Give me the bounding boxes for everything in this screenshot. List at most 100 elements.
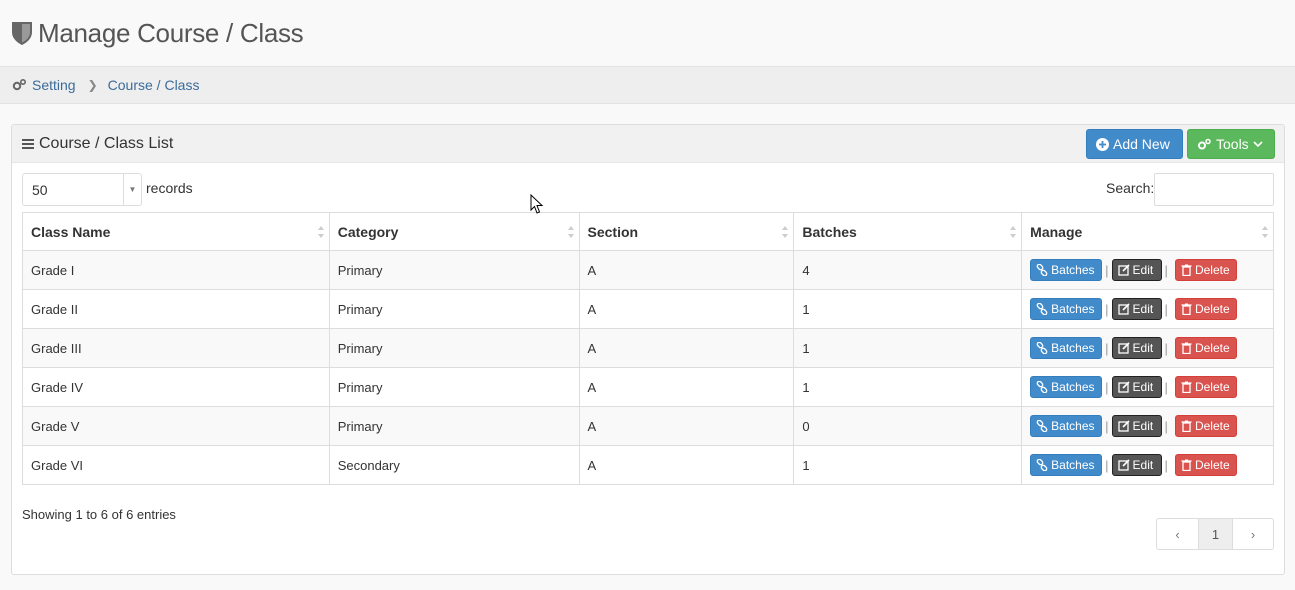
batches-button[interactable]: Batches [1030, 298, 1103, 320]
edit-button[interactable]: Edit [1111, 259, 1162, 281]
link-icon [1036, 342, 1048, 354]
edit-button[interactable]: Edit [1111, 298, 1162, 320]
table-row: Grade III Primary A 1 Batches | Edit | Delete [22, 328, 1274, 368]
table-info: Showing 1 to 6 of 6 entries [22, 507, 176, 522]
add-new-button[interactable]: Add New [1086, 129, 1183, 159]
delete-button[interactable]: Delete [1174, 454, 1237, 476]
manage-cell: Batches | Edit | Delete [1021, 406, 1274, 446]
category-cell: Primary [328, 289, 580, 329]
panel-heading: Course / Class List Add New Tools [12, 125, 1284, 163]
separator: | [1164, 457, 1168, 473]
edit-icon [1117, 264, 1130, 276]
sort-icon [1262, 226, 1268, 238]
column-header-manage[interactable]: Manage [1021, 212, 1274, 251]
batches-button[interactable]: Batches [1030, 376, 1103, 398]
shield-icon [12, 22, 32, 45]
batches-count-cell: 1 [793, 367, 1023, 407]
chevron-right-icon: ❯ [87, 78, 98, 92]
category-cell: Primary [328, 367, 580, 407]
records-label: records [146, 180, 193, 196]
delete-button[interactable]: Delete [1174, 337, 1237, 359]
manage-cell: Batches | Edit | Delete [1021, 289, 1274, 329]
breadcrumb-setting-link[interactable]: Setting [32, 77, 76, 93]
trash-icon [1181, 420, 1192, 432]
table-row: Grade V Primary A 0 Batches | Edit | Delete [22, 406, 1274, 446]
trash-icon [1181, 381, 1192, 393]
search-label: Search: [1106, 180, 1155, 196]
separator: | [1105, 301, 1109, 317]
trash-icon [1181, 303, 1192, 315]
batches-button[interactable]: Batches [1030, 415, 1103, 437]
category-cell: Secondary [328, 445, 580, 485]
table-header-row: Class Name Category Section Batches Mana… [22, 212, 1274, 251]
link-icon [1036, 381, 1048, 393]
column-header-category[interactable]: Category [328, 212, 580, 251]
class-name-cell: Grade V [22, 406, 330, 446]
breadcrumb-course-link[interactable]: Course / Class [108, 77, 200, 93]
delete-button[interactable]: Delete [1174, 298, 1237, 320]
category-cell: Primary [328, 328, 580, 368]
section-cell: A [578, 406, 795, 446]
link-icon [1036, 459, 1048, 471]
batches-button[interactable]: Batches [1030, 259, 1103, 281]
search-input[interactable] [1154, 173, 1274, 206]
separator: | [1164, 340, 1168, 356]
table-row: Grade II Primary A 1 Batches | Edit | Delete [22, 289, 1274, 329]
column-header-class-name[interactable]: Class Name [22, 212, 330, 251]
section-cell: A [578, 445, 795, 485]
section-cell: A [578, 289, 795, 329]
column-header-batches[interactable]: Batches [793, 212, 1023, 251]
records-per-page-select[interactable]: 50 ▼ [22, 173, 142, 206]
previous-page-button[interactable]: ‹ [1157, 519, 1199, 549]
sort-icon [782, 226, 789, 238]
section-cell: A [578, 367, 795, 407]
sort-icon [317, 226, 324, 238]
edit-icon [1117, 381, 1130, 393]
separator: | [1105, 262, 1109, 278]
panel-title: Course / Class List [39, 134, 174, 152]
edit-icon [1117, 303, 1130, 315]
trash-icon [1181, 342, 1192, 354]
edit-button[interactable]: Edit [1111, 376, 1162, 398]
edit-icon [1117, 459, 1130, 471]
breadcrumb: Setting ❯ Course / Class [0, 66, 1295, 104]
batches-count-cell: 1 [793, 445, 1023, 485]
sort-icon [1010, 226, 1017, 238]
trash-icon [1181, 264, 1192, 276]
table-row: Grade IV Primary A 1 Batches | Edit | Delete [22, 367, 1274, 407]
edit-button[interactable]: Edit [1111, 415, 1162, 437]
edit-button[interactable]: Edit [1111, 454, 1162, 476]
delete-button[interactable]: Delete [1174, 376, 1237, 398]
category-cell: Primary [328, 250, 580, 290]
batches-button[interactable]: Batches [1030, 337, 1103, 359]
batches-button[interactable]: Batches [1030, 454, 1103, 476]
delete-button[interactable]: Delete [1174, 415, 1237, 437]
tools-label: Tools [1216, 136, 1249, 152]
category-cell: Primary [328, 406, 580, 446]
batches-count-cell: 0 [793, 406, 1023, 446]
page-header: Manage Course / Class [0, 0, 1295, 66]
chevron-down-icon [1253, 141, 1263, 148]
separator: | [1164, 301, 1168, 317]
next-page-button[interactable]: › [1233, 519, 1273, 549]
delete-button[interactable]: Delete [1174, 259, 1237, 281]
separator: | [1105, 340, 1109, 356]
course-class-panel: Course / Class List Add New Tools 50 ▼ r… [11, 124, 1285, 575]
page-number-button[interactable]: 1 [1199, 519, 1233, 549]
cogs-icon [1198, 138, 1211, 149]
class-name-cell: Grade II [22, 289, 330, 329]
manage-cell: Batches | Edit | Delete [1021, 328, 1274, 368]
table-row: Grade VI Secondary A 1 Batches | Edit | Delete [22, 445, 1274, 485]
column-header-section[interactable]: Section [578, 212, 795, 251]
section-cell: A [578, 328, 795, 368]
manage-cell: Batches | Edit | Delete [1021, 367, 1274, 407]
tools-dropdown-button[interactable]: Tools [1187, 129, 1275, 159]
course-class-table: Class Name Category Section Batches Mana… [22, 212, 1274, 485]
page-title: Manage Course / Class [38, 17, 304, 48]
separator: | [1164, 418, 1168, 434]
plus-circle-icon [1096, 137, 1109, 151]
add-new-label: Add New [1113, 136, 1170, 152]
mouse-cursor-icon [530, 194, 544, 214]
edit-button[interactable]: Edit [1111, 337, 1162, 359]
batches-count-cell: 4 [793, 250, 1023, 290]
